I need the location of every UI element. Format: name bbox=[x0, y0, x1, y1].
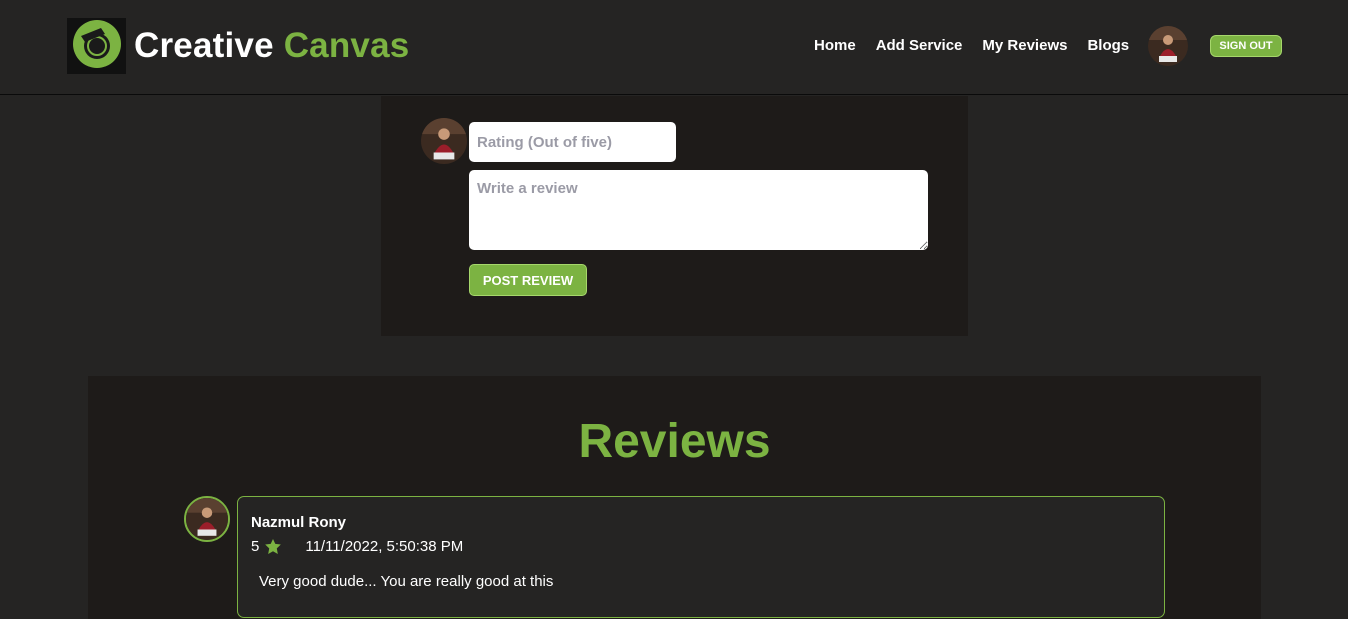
brand-name-accent: Canvas bbox=[283, 26, 410, 65]
reviews-section: Reviews Nazmul Rony 5 11/11/2022, 5:50:3… bbox=[88, 376, 1261, 619]
star-icon bbox=[265, 539, 282, 554]
nav-home[interactable]: Home bbox=[814, 37, 856, 54]
nav-blogs[interactable]: Blogs bbox=[1087, 37, 1129, 54]
review-textarea[interactable] bbox=[469, 170, 928, 250]
review-text: Very good dude... You are really good at… bbox=[259, 573, 554, 590]
review-date: 11/11/2022, 5:50:38 PM bbox=[305, 538, 464, 555]
sign-out-button[interactable]: SIGN OUT bbox=[1210, 35, 1282, 57]
nav-add-service[interactable]: Add Service bbox=[876, 37, 963, 54]
site-header: Creative Canvas Home Add Service My Revi… bbox=[0, 0, 1348, 95]
post-review-button[interactable]: POST REVIEW bbox=[469, 264, 587, 296]
brand-name-primary: Creative bbox=[134, 26, 274, 65]
review-form-panel: POST REVIEW bbox=[381, 96, 968, 336]
reviewer-avatar bbox=[184, 496, 230, 542]
brand-name[interactable]: Creative Canvas bbox=[134, 26, 409, 66]
reviewer-name: Nazmul Rony bbox=[251, 514, 347, 531]
camera-lens-icon bbox=[71, 18, 123, 75]
form-user-avatar bbox=[421, 118, 467, 164]
review-card: Nazmul Rony 5 11/11/2022, 5:50:38 PM Ver… bbox=[237, 496, 1165, 618]
review-meta: 5 11/11/2022, 5:50:38 PM bbox=[251, 538, 463, 555]
logo[interactable] bbox=[67, 18, 126, 74]
rating-input[interactable] bbox=[469, 122, 676, 162]
nav-my-reviews[interactable]: My Reviews bbox=[982, 37, 1067, 54]
main-nav: Home Add Service My Reviews Blogs bbox=[814, 37, 1149, 54]
reviews-title: Reviews bbox=[578, 415, 771, 468]
review-rating: 5 bbox=[251, 538, 260, 555]
user-avatar[interactable] bbox=[1148, 26, 1188, 66]
